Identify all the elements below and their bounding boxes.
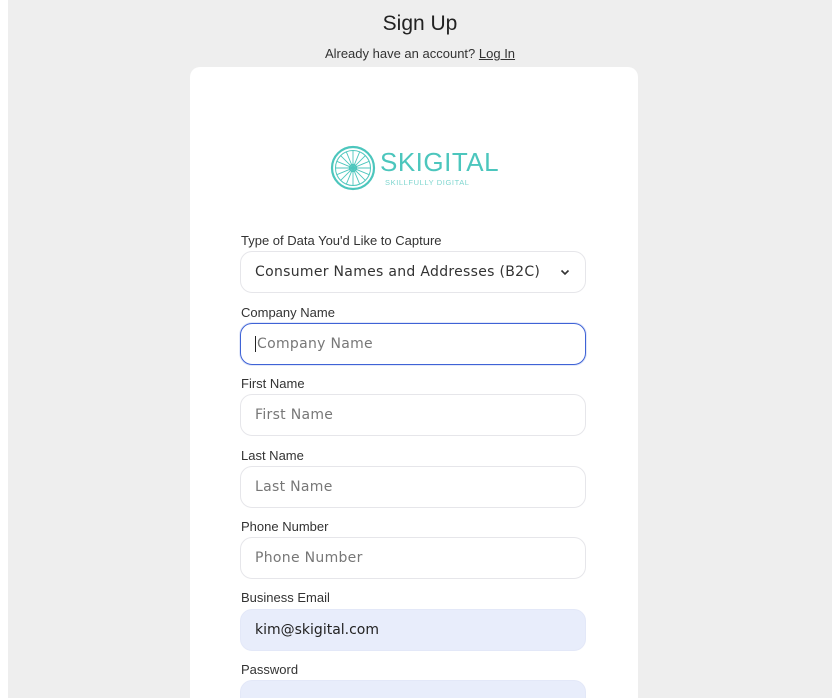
bicycle-wheel-icon bbox=[330, 145, 376, 191]
password-input[interactable] bbox=[240, 680, 586, 698]
data-type-label: Type of Data You'd Like to Capture bbox=[241, 233, 442, 248]
password-label: Password bbox=[241, 662, 299, 677]
data-type-selected: Consumer Names and Addresses (B2C) bbox=[255, 264, 541, 280]
login-prompt: Already have an account? Log In bbox=[8, 46, 832, 61]
business-email-input[interactable]: kim@skigital.com bbox=[240, 609, 586, 651]
company-name-input[interactable]: Company Name bbox=[240, 323, 586, 365]
company-name-label: Company Name bbox=[241, 305, 335, 320]
business-email-label: Business Email bbox=[241, 590, 330, 605]
account-prompt-text: Already have an account? bbox=[324, 46, 476, 61]
phone-number-label: Phone Number bbox=[241, 519, 329, 534]
logo-tagline: SKILLFULLY DIGITAL bbox=[385, 178, 470, 187]
last-name-placeholder: Last Name bbox=[255, 479, 333, 495]
signup-card: SKIGITAL SKILLFULLY DIGITAL Type of Data… bbox=[190, 67, 638, 698]
text-caret bbox=[255, 336, 256, 352]
first-name-input[interactable]: First Name bbox=[240, 394, 586, 436]
first-name-label: First Name bbox=[241, 376, 305, 391]
business-email-value: kim@skigital.com bbox=[255, 622, 380, 638]
last-name-label: Last Name bbox=[241, 448, 304, 463]
page-title: Sign Up bbox=[382, 12, 458, 35]
skigital-logo: SKIGITAL SKILLFULLY DIGITAL bbox=[330, 145, 510, 191]
chevron-down-icon bbox=[560, 269, 570, 276]
company-name-placeholder: Company Name bbox=[257, 336, 373, 352]
phone-number-placeholder: Phone Number bbox=[255, 550, 363, 566]
page-background: Sign Up Already have an account? Log In bbox=[8, 0, 832, 698]
logo-wordmark: SKIGITAL bbox=[380, 147, 500, 177]
data-type-select[interactable]: Consumer Names and Addresses (B2C) bbox=[240, 251, 586, 293]
phone-number-input[interactable]: Phone Number bbox=[240, 537, 586, 579]
login-link[interactable]: Log In bbox=[479, 46, 515, 61]
last-name-input[interactable]: Last Name bbox=[240, 466, 586, 508]
first-name-placeholder: First Name bbox=[255, 407, 334, 423]
